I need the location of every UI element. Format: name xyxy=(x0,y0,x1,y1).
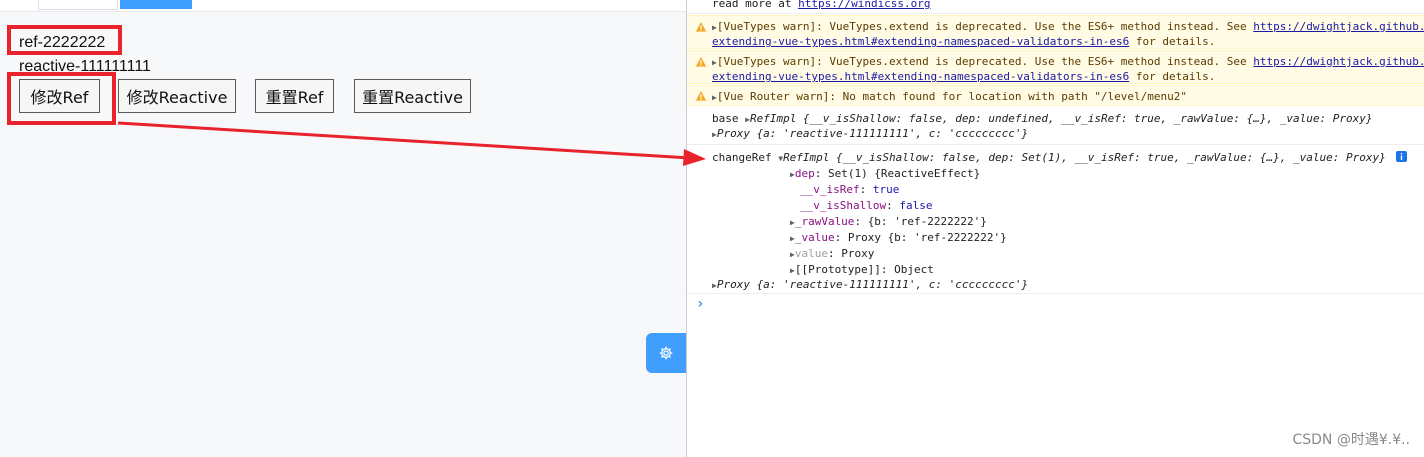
warning-text: [VueTypes warn]: VueTypes.extend is depr… xyxy=(716,55,1254,68)
warning-text: [Vue Router warn]: No match found for lo… xyxy=(716,90,1188,103)
ref-text-highlight xyxy=(7,25,122,55)
gear-icon xyxy=(659,346,673,360)
docs-link[interactable]: https://dwightjack.github. xyxy=(1253,20,1424,33)
watermark: CSDN @时遇¥.¥.. xyxy=(1292,432,1410,448)
log-label: base xyxy=(712,112,739,125)
console-message: read more at https://windicss.org xyxy=(687,0,1424,14)
console-log-changeref: changeRef ▼RefImpl {__v_isShallow: false… xyxy=(687,146,1424,294)
prop-value: Proxy xyxy=(841,247,875,260)
console-warning: ▶[VueTypes warn]: VueTypes.extend is dep… xyxy=(687,50,1424,84)
info-icon[interactable] xyxy=(1396,151,1408,162)
devtools-console: read more at https://windicss.org ▶[VueT… xyxy=(686,0,1424,457)
modify-ref-highlight xyxy=(7,72,116,125)
proxy-summary[interactable]: Proxy {a: 'reactive-111111111', c: 'cccc… xyxy=(717,127,1028,140)
app-preview-pane: ref-2222222 reactive-111111111 修改Ref 修改R… xyxy=(0,0,686,457)
docs-link-continued[interactable]: extending-vue-types.html#extending-names… xyxy=(712,35,1129,48)
warning-icon xyxy=(695,22,707,32)
top-tab-strip xyxy=(0,0,686,12)
prop-key[interactable]: value xyxy=(795,247,828,260)
tab-placeholder[interactable] xyxy=(38,0,118,10)
prop-key: __v_isRef xyxy=(800,183,860,196)
refimpl-summary[interactable]: RefImpl {__v_isShallow: false, dep: unde… xyxy=(750,112,1373,125)
prop-key[interactable]: _rawValue xyxy=(795,215,855,228)
active-tab-indicator[interactable] xyxy=(120,0,192,9)
modify-reactive-button[interactable]: 修改Reactive xyxy=(118,79,236,113)
warning-text: [VueTypes warn]: VueTypes.extend is depr… xyxy=(716,20,1254,33)
settings-button[interactable] xyxy=(646,333,686,373)
console-log-base: base ▶RefImpl {__v_isShallow: false, dep… xyxy=(687,107,1424,145)
console-warning: ▶[VueTypes warn]: VueTypes.extend is dep… xyxy=(687,15,1424,49)
prop-value: Set(1) {ReactiveEffect} xyxy=(827,167,981,180)
console-warning: ▶[Vue Router warn]: No match found for l… xyxy=(687,85,1424,106)
docs-link-continued[interactable]: extending-vue-types.html#extending-names… xyxy=(712,70,1129,83)
warning-text-tail: for details. xyxy=(1129,70,1216,83)
proxy-summary[interactable]: Proxy {a: 'reactive-111111111', c: 'cccc… xyxy=(717,278,1028,291)
prop-value: true xyxy=(872,183,900,196)
console-text: read more at xyxy=(712,0,799,10)
prop-key: __v_isShallow xyxy=(800,199,887,212)
reset-reactive-button[interactable]: 重置Reactive xyxy=(354,79,471,113)
windicss-link[interactable]: https://windicss.org xyxy=(798,0,930,10)
warning-text-tail: for details. xyxy=(1129,35,1216,48)
warning-icon xyxy=(695,91,707,101)
prop-value: {b: 'ref-2222222'} xyxy=(867,215,987,228)
prop-value: Proxy {b: 'ref-2222222'} xyxy=(847,231,1007,244)
log-label: changeRef xyxy=(712,151,772,164)
console-prompt[interactable]: › xyxy=(696,297,704,312)
prop-key[interactable]: [[Prototype]] xyxy=(795,263,881,276)
prop-key[interactable]: dep xyxy=(795,167,815,180)
docs-link[interactable]: https://dwightjack.github. xyxy=(1253,55,1424,68)
warning-icon xyxy=(695,57,707,67)
prop-value: Object xyxy=(894,263,934,276)
prop-key[interactable]: _value xyxy=(795,231,835,244)
refimpl-summary[interactable]: RefImpl {__v_isShallow: false, dep: Set(… xyxy=(783,151,1386,164)
prop-value: false xyxy=(899,199,933,212)
reset-ref-button[interactable]: 重置Ref xyxy=(255,79,334,113)
